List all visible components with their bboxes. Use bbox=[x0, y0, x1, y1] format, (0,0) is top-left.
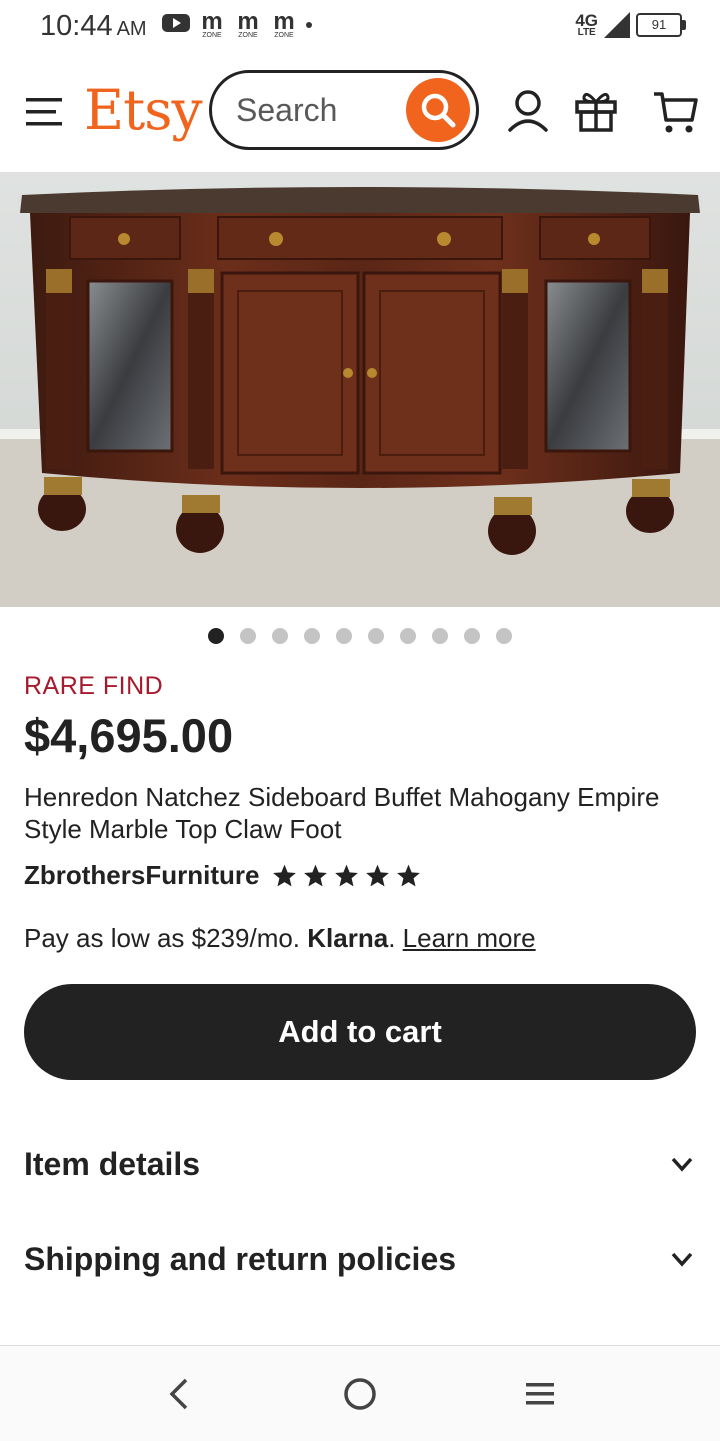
zone-label: m bbox=[201, 8, 223, 35]
star-icon bbox=[366, 864, 390, 886]
chevron-down-icon bbox=[671, 1252, 693, 1267]
search-bar[interactable] bbox=[209, 70, 479, 150]
user-icon[interactable] bbox=[506, 88, 550, 134]
notification-icons: m ZONE m ZONE m ZONE bbox=[162, 10, 312, 40]
klarna-financing: Pay as low as $239/mo. Klarna. Learn mor… bbox=[24, 923, 536, 954]
search-input[interactable] bbox=[236, 92, 396, 129]
product-price: $4,695.00 bbox=[24, 709, 234, 762]
home-icon[interactable] bbox=[340, 1374, 380, 1414]
star-icon bbox=[273, 864, 297, 886]
carousel-dot[interactable] bbox=[400, 628, 416, 644]
carousel-dot[interactable] bbox=[208, 628, 224, 644]
shop-name-link[interactable]: ZbrothersFurniture bbox=[24, 860, 259, 891]
klarna-text: Pay as low as $239/mo. bbox=[24, 923, 301, 953]
youtube-icon bbox=[162, 14, 190, 32]
product-image[interactable] bbox=[0, 173, 720, 607]
zone-label: m bbox=[273, 8, 295, 35]
carousel-dot[interactable] bbox=[336, 628, 352, 644]
star-icon bbox=[335, 864, 359, 886]
zone-notification-icon: m ZONE bbox=[198, 10, 226, 40]
signal-icon bbox=[604, 12, 630, 38]
network-type: 4G LTE bbox=[575, 12, 598, 38]
zone-sublabel: ZONE bbox=[202, 32, 222, 39]
search-icon bbox=[421, 93, 456, 128]
status-bar: 10:44 AM m ZONE m ZONE m ZONE 4G LTE 91 bbox=[0, 0, 720, 56]
star-icon bbox=[304, 864, 328, 886]
learn-more-link[interactable]: Learn more bbox=[403, 923, 536, 953]
carousel-dot[interactable] bbox=[304, 628, 320, 644]
klarna-period: . bbox=[388, 923, 396, 953]
accordion-label: Item details bbox=[24, 1145, 201, 1182]
carousel-dot[interactable] bbox=[496, 628, 512, 644]
shop-rating bbox=[271, 863, 422, 889]
klarna-logo: Klarna bbox=[307, 923, 389, 953]
search-button[interactable] bbox=[406, 78, 470, 142]
battery-icon: 91 bbox=[636, 13, 686, 37]
rare-find-badge: RARE FIND bbox=[24, 672, 164, 700]
zone-sublabel: ZONE bbox=[274, 32, 294, 39]
battery-level: 91 bbox=[651, 17, 667, 32]
ampm-text: AM bbox=[116, 18, 147, 40]
carousel-dot[interactable] bbox=[272, 628, 288, 644]
status-time: 10:44 AM bbox=[40, 10, 147, 43]
accordion-label: Shipping and return policies bbox=[24, 1240, 457, 1277]
time-text: 10:44 bbox=[40, 10, 113, 42]
network-sub-text: LTE bbox=[577, 26, 596, 38]
recents-icon[interactable] bbox=[520, 1374, 560, 1414]
carousel-dot[interactable] bbox=[368, 628, 384, 644]
shipping-policies-accordion[interactable]: Shipping and return policies bbox=[24, 1224, 696, 1294]
system-nav-bar bbox=[0, 1345, 720, 1441]
gift-icon[interactable] bbox=[574, 88, 618, 134]
chevron-down-icon bbox=[671, 1157, 693, 1172]
shop-row: ZbrothersFurniture bbox=[24, 860, 422, 891]
back-icon[interactable] bbox=[160, 1374, 200, 1414]
sideboard-photo bbox=[0, 173, 720, 607]
carousel-dot[interactable] bbox=[432, 628, 448, 644]
status-indicators: 4G LTE 91 bbox=[575, 12, 686, 38]
star-icon bbox=[397, 864, 421, 886]
zone-notification-icon: m ZONE bbox=[234, 10, 262, 40]
item-details-accordion[interactable]: Item details bbox=[24, 1129, 696, 1199]
image-carousel-dots bbox=[0, 628, 720, 644]
carousel-dot[interactable] bbox=[464, 628, 480, 644]
app-header: Etsy bbox=[0, 56, 720, 173]
more-notifications-dot bbox=[306, 22, 312, 28]
etsy-logo[interactable]: Etsy bbox=[84, 78, 203, 142]
carousel-dot[interactable] bbox=[240, 628, 256, 644]
hamburger-icon[interactable] bbox=[24, 94, 64, 130]
zone-label: m bbox=[237, 8, 259, 35]
zone-sublabel: ZONE bbox=[238, 32, 258, 39]
product-title: Henredon Natchez Sideboard Buffet Mahoga… bbox=[24, 782, 660, 844]
cart-icon[interactable] bbox=[652, 88, 700, 136]
zone-notification-icon: m ZONE bbox=[270, 10, 298, 40]
add-to-cart-button[interactable]: Add to cart bbox=[24, 984, 696, 1080]
